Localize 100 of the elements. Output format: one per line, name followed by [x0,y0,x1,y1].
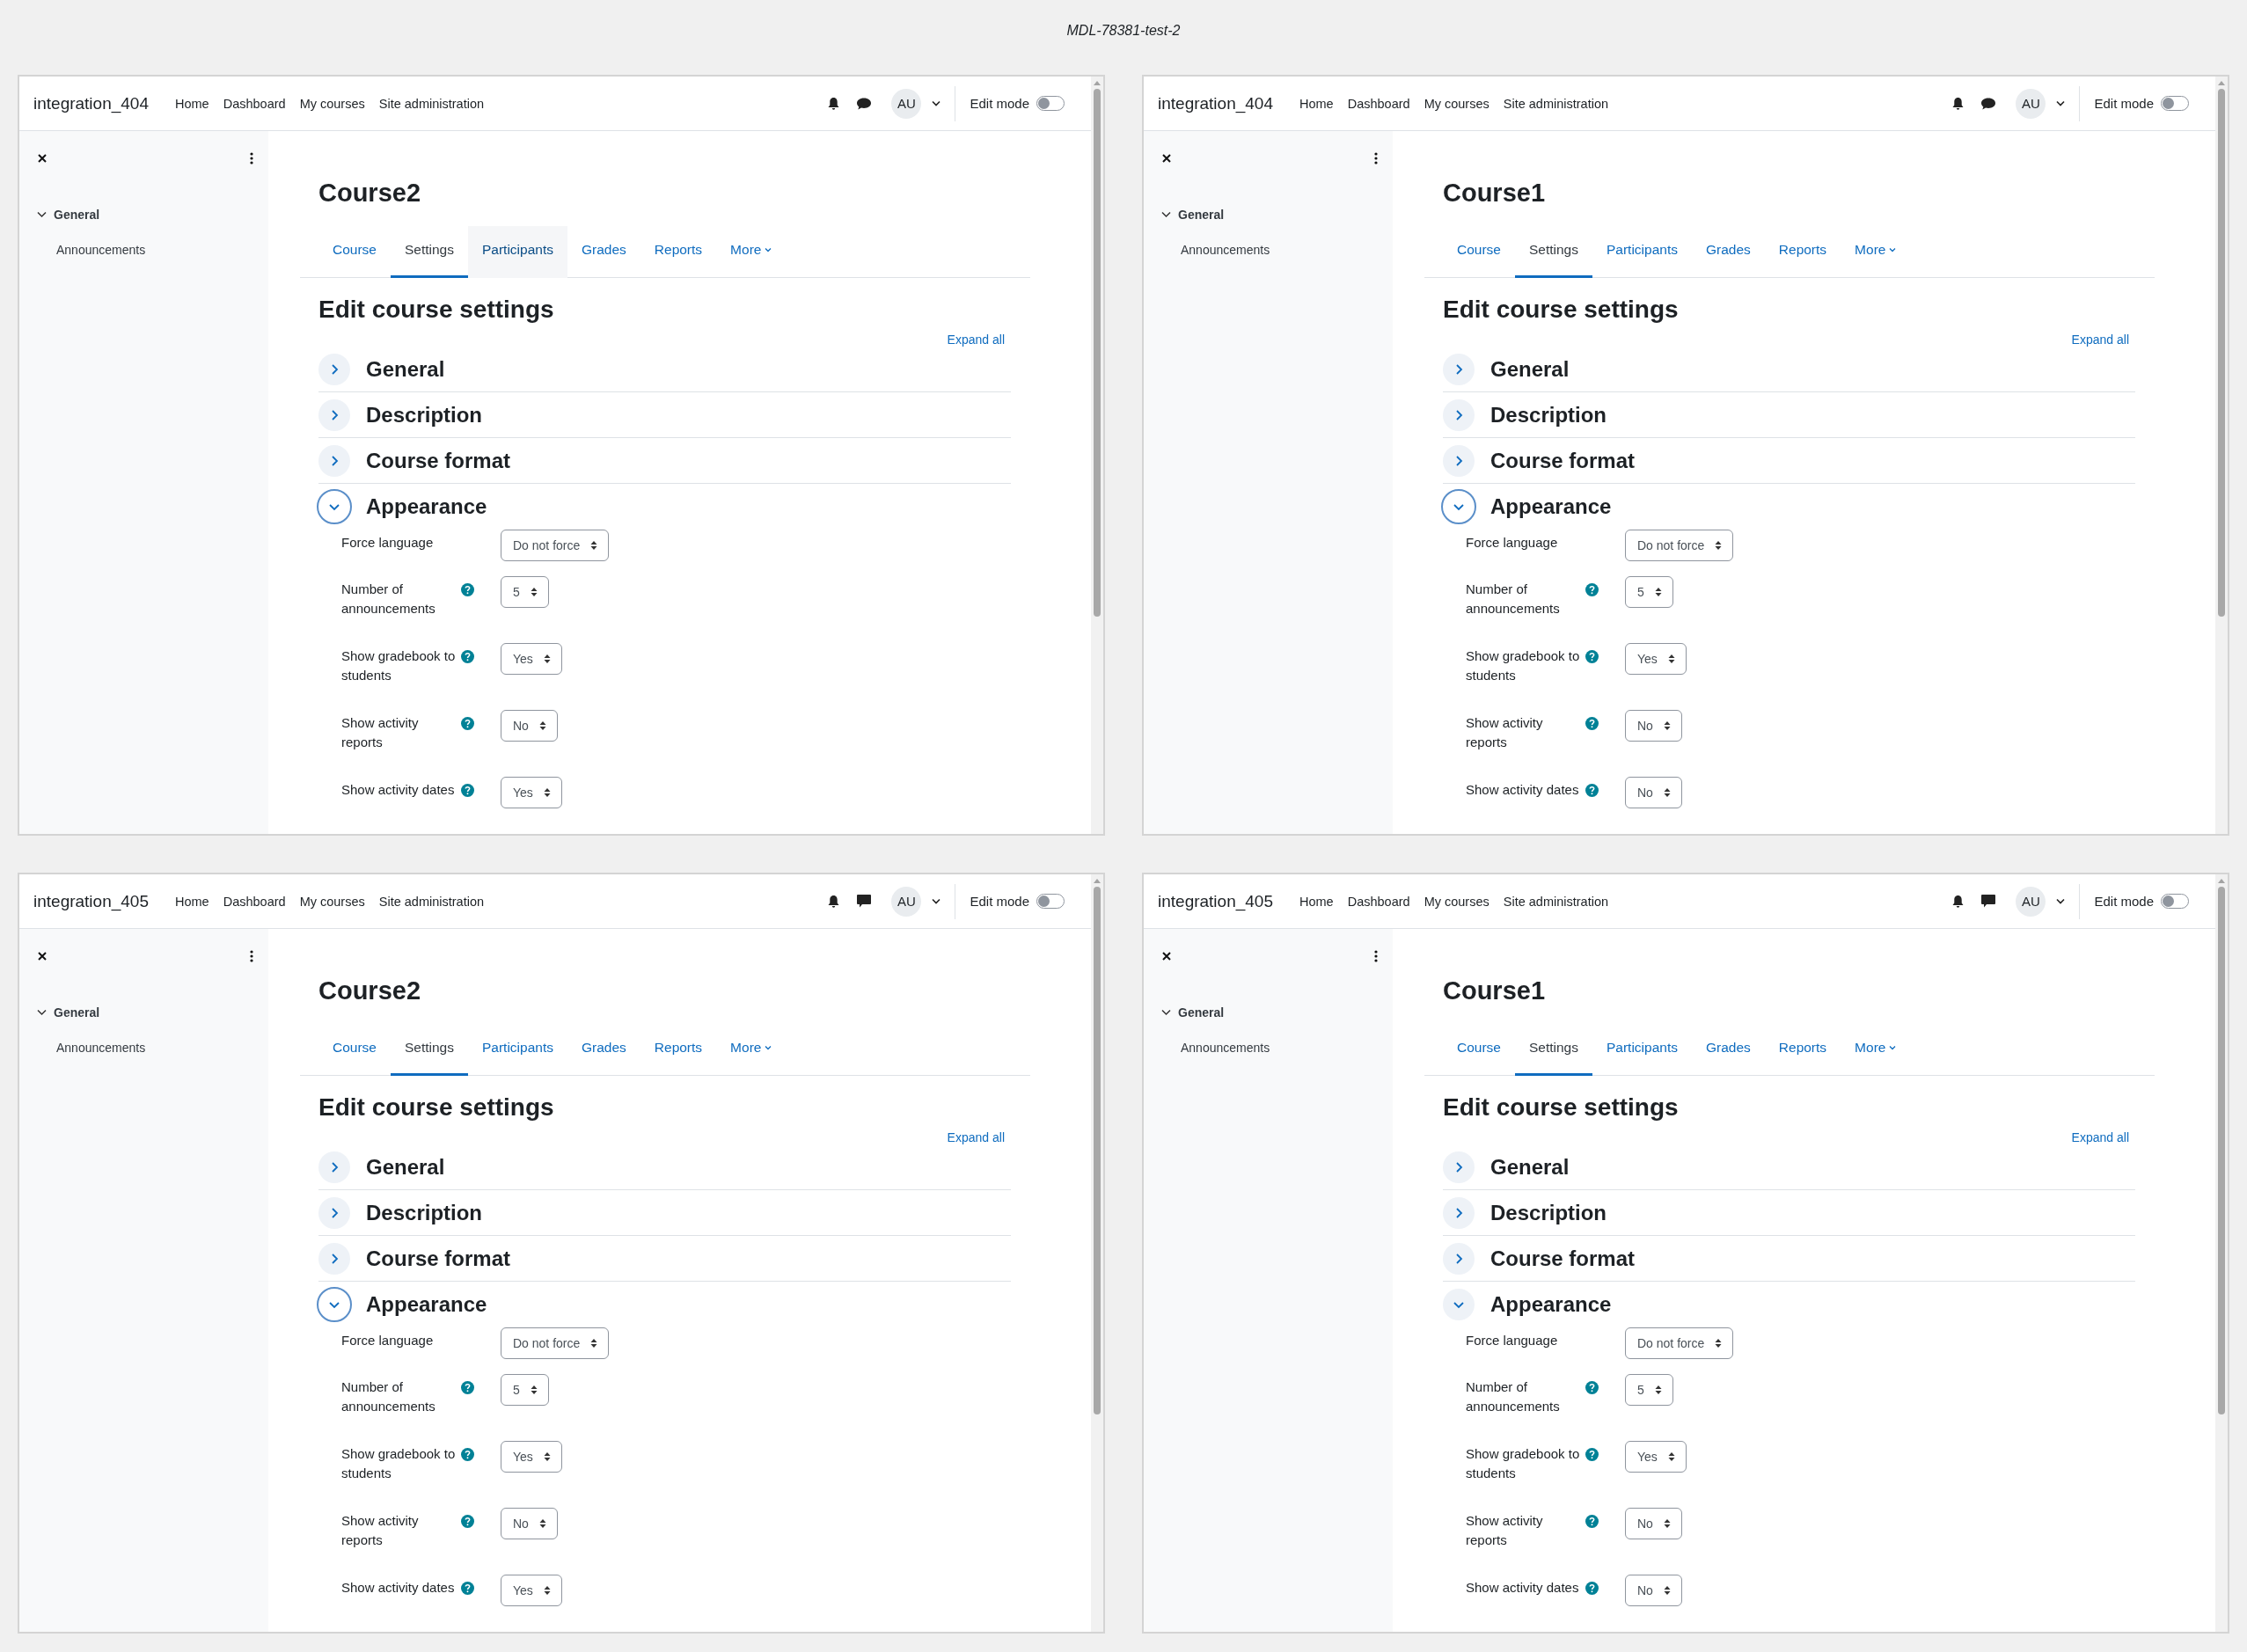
nav-tab[interactable]: Participants [1592,1024,1692,1076]
section-toggle[interactable] [317,1287,352,1322]
select-dropdown[interactable]: No [1625,1508,1682,1539]
edit-mode-switch[interactable] [1036,894,1065,909]
scrollbar[interactable] [1091,77,1103,834]
nav-link[interactable]: Dashboard [223,96,286,111]
section-heading[interactable]: Course format [366,1246,511,1271]
select-dropdown[interactable]: Yes [1625,643,1687,675]
nav-tab[interactable]: Settings [1514,226,1592,278]
bell-icon[interactable] [827,96,841,111]
help-icon[interactable] [1585,717,1599,730]
nav-link[interactable]: My courses [1424,894,1489,909]
nav-link[interactable]: Home [1299,894,1334,909]
edit-mode-switch[interactable] [1036,96,1065,111]
caret-icon[interactable] [932,898,941,904]
nav-link[interactable]: My courses [299,96,365,111]
site-name[interactable]: integration_404 [1158,93,1273,113]
nav-link[interactable]: Site administration [378,96,485,111]
select-dropdown[interactable]: Do not force [501,530,610,561]
bell-icon[interactable] [1951,96,1965,111]
nav-tab[interactable]: Settings [390,1024,468,1076]
nav-link[interactable]: Site administration [1503,894,1609,909]
nav-tab[interactable]: Grades [1691,1024,1765,1076]
site-name[interactable]: integration_405 [33,891,149,911]
section-heading[interactable]: Description [1490,1200,1607,1225]
nav-tab[interactable]: Reports [1764,226,1841,278]
chevron-icon[interactable] [37,211,47,218]
section-toggle[interactable] [318,398,350,431]
help-icon[interactable] [461,1448,474,1461]
nav-tab[interactable]: Participants [1592,226,1692,278]
nav-tab[interactable]: More [716,1024,787,1076]
expand-all-link[interactable]: Expand all [947,1130,1005,1144]
section-toggle[interactable] [1441,489,1476,524]
edit-mode-switch[interactable] [2161,894,2189,909]
edit-mode-switch[interactable] [2161,96,2189,111]
bell-icon[interactable] [827,894,841,909]
user-avatar[interactable]: AU [891,88,922,119]
section-heading[interactable]: General [366,356,445,382]
section-heading[interactable]: Course format [366,448,511,473]
nav-tab[interactable]: More [716,226,787,278]
section-toggle[interactable] [1443,1242,1475,1275]
user-avatar[interactable]: AU [2016,88,2046,119]
expand-all-link[interactable]: Expand all [2071,333,2129,347]
course-section-link[interactable]: General [54,208,100,222]
site-name[interactable]: integration_405 [1158,891,1273,911]
chevron-icon[interactable] [1161,211,1171,218]
help-icon[interactable] [1585,583,1599,596]
section-heading[interactable]: Appearance [366,494,487,519]
bell-icon[interactable] [1951,894,1965,909]
select-dropdown[interactable]: Yes [501,777,562,808]
chat-bubble-icon[interactable] [1980,96,1997,111]
section-heading[interactable]: Appearance [1490,494,1612,519]
chat-bubble-icon[interactable] [856,96,873,111]
user-avatar[interactable]: AU [2016,886,2046,917]
chevron-icon[interactable] [37,1009,47,1016]
nav-tab[interactable]: Reports [1764,1024,1841,1076]
select-dropdown[interactable]: No [501,710,558,742]
section-toggle[interactable] [1443,1289,1475,1320]
nav-link[interactable]: Site administration [1503,96,1609,111]
scrollbar[interactable] [1091,874,1103,1632]
kebab-menu-icon[interactable] [1374,152,1378,164]
select-dropdown[interactable]: No [501,1508,558,1539]
nav-link[interactable]: My courses [1424,96,1489,111]
nav-tab[interactable]: Course [318,226,391,278]
expand-all-link[interactable]: Expand all [2071,1130,2129,1144]
scrollbar[interactable] [2215,874,2228,1632]
help-icon[interactable] [461,1582,474,1595]
close-icon[interactable] [1161,951,1172,961]
course-index-item[interactable]: Announcements [1181,243,1270,257]
nav-tab[interactable]: Grades [1691,226,1765,278]
section-heading[interactable]: General [366,1154,445,1180]
nav-tab[interactable]: Settings [1514,1024,1592,1076]
nav-tab[interactable]: More [1841,226,1911,278]
message-icon[interactable] [856,894,873,909]
nav-tab[interactable]: Course [318,1024,391,1076]
caret-icon[interactable] [932,100,941,106]
nav-link[interactable]: Dashboard [1347,96,1410,111]
section-heading[interactable]: General [1490,1154,1570,1180]
help-icon[interactable] [461,717,474,730]
nav-tab[interactable]: Course [1443,1024,1515,1076]
select-dropdown[interactable]: No [1625,710,1682,742]
nav-tab[interactable]: Course [1443,226,1515,278]
help-icon[interactable] [461,1381,474,1394]
select-dropdown[interactable]: No [1625,777,1682,808]
nav-link[interactable]: Home [1299,96,1334,111]
section-toggle[interactable] [318,444,350,477]
section-heading[interactable]: Appearance [1490,1292,1612,1317]
section-toggle[interactable] [318,1242,350,1275]
course-index-item[interactable]: Announcements [56,1041,146,1055]
section-heading[interactable]: Description [366,402,483,428]
message-icon[interactable] [1980,894,1997,909]
help-icon[interactable] [1585,1448,1599,1461]
section-toggle[interactable] [318,1151,350,1183]
nav-link[interactable]: Dashboard [1347,894,1410,909]
nav-tab[interactable]: Reports [640,226,717,278]
section-toggle[interactable] [1443,398,1475,431]
chevron-icon[interactable] [1161,1009,1171,1016]
user-avatar[interactable]: AU [891,886,922,917]
help-icon[interactable] [1585,1582,1599,1595]
help-icon[interactable] [461,1515,474,1528]
